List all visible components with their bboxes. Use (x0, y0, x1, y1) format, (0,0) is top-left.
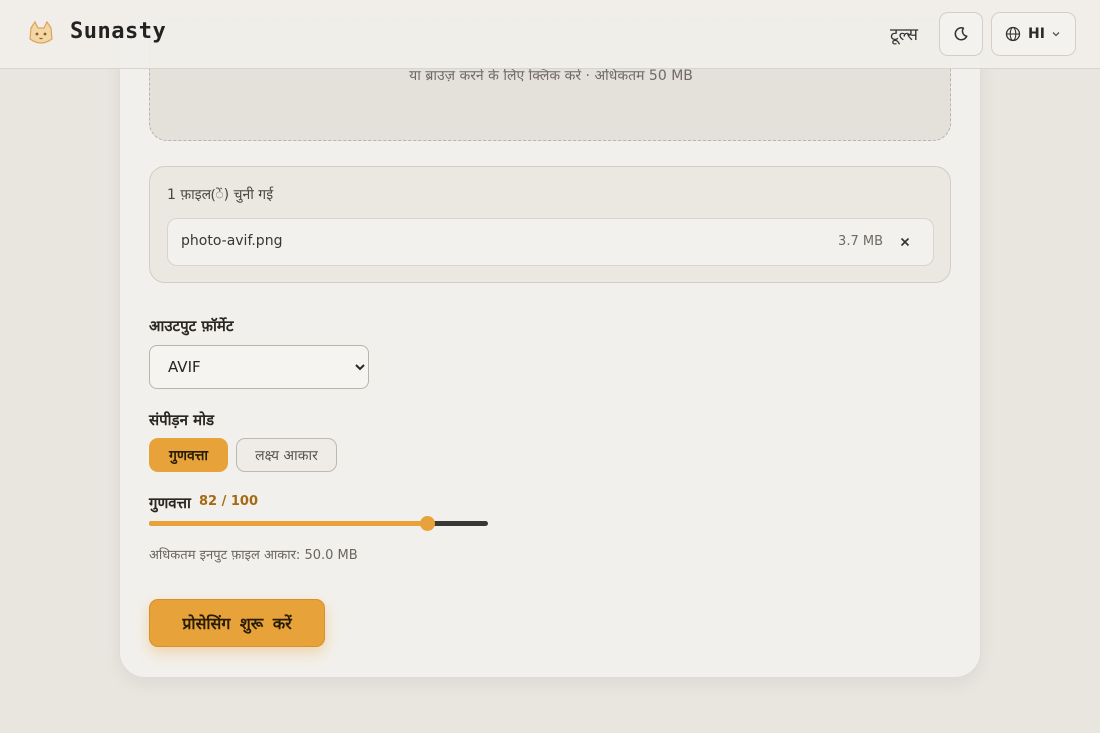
top-bar: Sunasty टूल्स HI (0, 0, 1100, 69)
max-input-size-note: अधिकतम इनपुट फ़ाइल आकार: 50.0 MB (149, 548, 358, 563)
output-format-select[interactable]: AVIF (149, 345, 369, 389)
chevron-down-icon (1052, 32, 1060, 37)
file-row: photo-avif.png 3.7 MB (167, 218, 934, 266)
remove-file-button[interactable] (895, 232, 915, 252)
brand-name[interactable]: Sunasty (70, 19, 166, 44)
globe-icon (1005, 26, 1021, 42)
selected-files-panel: 1 फ़ाइल(ें) चुनी गई photo-avif.png 3.7 M… (149, 166, 951, 283)
theme-toggle-button[interactable] (939, 12, 983, 56)
moon-icon (954, 27, 968, 41)
quality-label: गुणवत्ता (149, 494, 191, 512)
mode-target-size-button[interactable]: लक्ष्य आकार (236, 438, 337, 472)
mode-quality-button[interactable]: गुणवत्ता (149, 438, 228, 472)
files-count-label: 1 फ़ाइल(ें) चुनी गई (167, 187, 274, 203)
quality-slider[interactable] (149, 516, 488, 531)
file-size: 3.7 MB (838, 234, 883, 249)
cat-logo-icon[interactable] (26, 19, 56, 49)
start-processing-button[interactable]: प्रोसेसिंग शुरू करें (149, 599, 325, 647)
close-icon (900, 237, 910, 247)
quality-slider-fill (149, 521, 427, 526)
output-format-label: आउटपुट फ़ॉर्मेट (149, 317, 234, 335)
compression-mode-label: संपीड़न मोड (149, 411, 214, 429)
quality-slider-thumb[interactable] (419, 516, 435, 531)
language-selector[interactable]: HI (991, 12, 1076, 56)
quality-value: 82 / 100 (199, 494, 259, 509)
nav-tools-link[interactable]: टूल्स (890, 22, 918, 45)
file-name: photo-avif.png (181, 233, 283, 249)
language-label: HI (1028, 26, 1045, 42)
